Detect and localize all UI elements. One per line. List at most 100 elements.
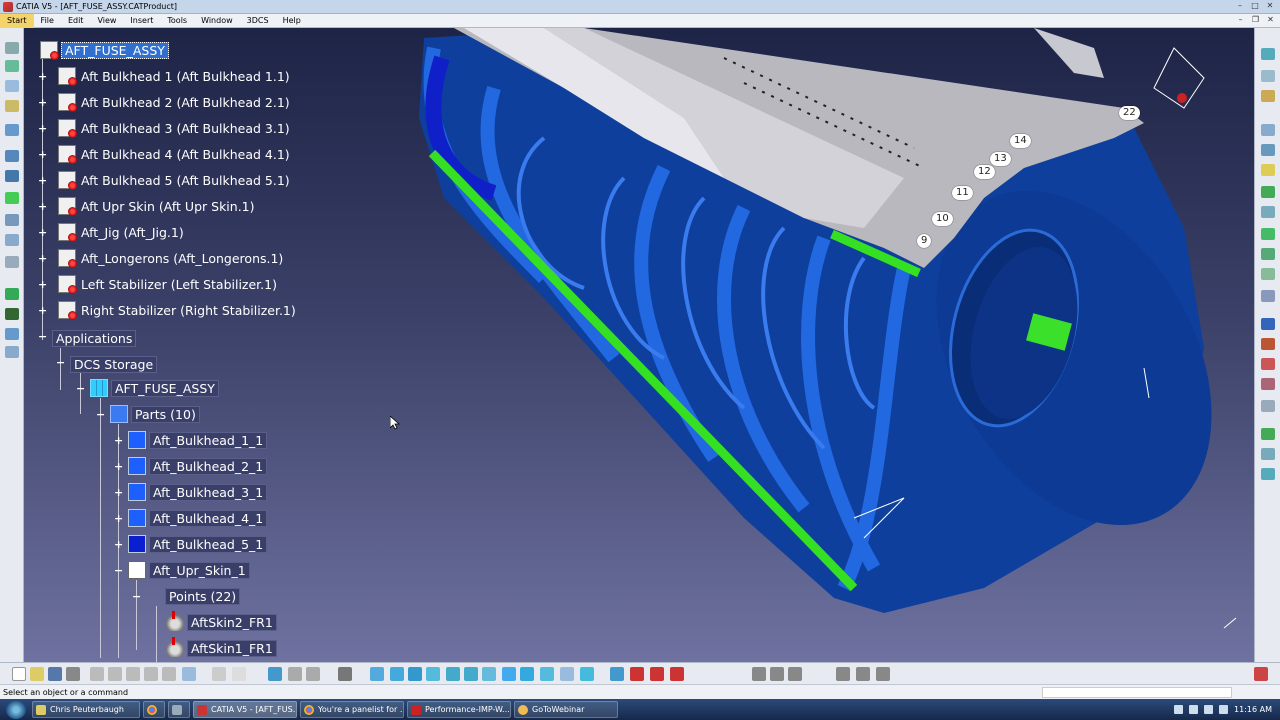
tree-node-label[interactable]: Left Stabilizer (Left Stabilizer.1): [79, 277, 279, 292]
tree-node-aft-bulkhead-1[interactable]: Aft Bulkhead 1 (Aft Bulkhead 1.1): [58, 66, 292, 86]
tree-node-label[interactable]: Aft Bulkhead 4 (Aft Bulkhead 4.1): [79, 147, 292, 162]
point-icon[interactable]: [1261, 228, 1275, 240]
expand-icon[interactable]: +: [38, 227, 47, 238]
camera-icon[interactable]: [338, 667, 352, 681]
start-button-icon[interactable]: [6, 700, 26, 719]
3d-viewport[interactable]: 22 14 13 12 11 10 9 AFT_FUSE_ASSY + Aft: [24, 28, 1254, 662]
tree-node-aft-longerons[interactable]: Aft_Longerons (Aft_Longerons.1): [58, 248, 285, 268]
help-icon[interactable]: [1261, 468, 1275, 480]
simulation-icon[interactable]: [1261, 318, 1275, 330]
select-tool-icon[interactable]: [5, 42, 19, 54]
taskbar-item-pdf[interactable]: Performance-IMP-W...: [407, 701, 511, 718]
tree-node-label[interactable]: Aft_Bulkhead_4_1: [149, 509, 268, 527]
options-icon[interactable]: [1261, 400, 1275, 412]
tree-node-label[interactable]: Aft_Bulkhead_5_1: [149, 535, 268, 553]
light-icon[interactable]: [1261, 90, 1275, 102]
assembly-icon[interactable]: [5, 100, 19, 112]
open-icon[interactable]: [30, 667, 44, 681]
tree-node-parts[interactable]: Parts (10): [110, 404, 200, 424]
tree-node-right-stabilizer[interactable]: Right Stabilizer (Right Stabilizer.1): [58, 300, 298, 320]
tree-node-label[interactable]: Aft_Bulkhead_1_1: [149, 431, 268, 449]
doc-close-button[interactable]: ✕: [1265, 14, 1276, 25]
menu-tools[interactable]: Tools: [160, 14, 194, 28]
tree-node-points[interactable]: Points (22): [144, 586, 241, 606]
tree-node-dcs-storage[interactable]: DCS Storage: [70, 354, 158, 374]
clock[interactable]: 11:16 AM: [1234, 705, 1272, 714]
menu-help[interactable]: Help: [276, 14, 308, 28]
collapse-icon[interactable]: −: [114, 565, 123, 576]
tree-root-node[interactable]: AFT_FUSE_ASSY: [40, 40, 169, 60]
iso-view-icon[interactable]: [520, 667, 534, 681]
collapse-icon[interactable]: −: [132, 591, 141, 602]
hide-show-icon[interactable]: [560, 667, 574, 681]
expand-icon[interactable]: +: [38, 305, 47, 316]
expand-icon[interactable]: +: [38, 253, 47, 264]
volume-icon[interactable]: [1204, 705, 1214, 714]
tree-node-dcs-assy[interactable]: AFT_FUSE_ASSY: [90, 378, 219, 398]
zoom-in-icon[interactable]: [446, 667, 460, 681]
menu-window[interactable]: Window: [194, 14, 240, 28]
doc-minimize-button[interactable]: –: [1235, 14, 1246, 25]
report-icon[interactable]: [1261, 268, 1275, 280]
part-icon[interactable]: [5, 170, 19, 182]
tree-node-label[interactable]: Aft Bulkhead 1 (Aft Bulkhead 1.1): [79, 69, 292, 84]
shading-icon[interactable]: [540, 667, 554, 681]
menu-view[interactable]: View: [90, 14, 123, 28]
layout-icon[interactable]: [752, 667, 766, 681]
constraint-icon[interactable]: [5, 60, 19, 72]
tree-node-left-stabilizer[interactable]: Left Stabilizer (Left Stabilizer.1): [58, 274, 279, 294]
tree-node-aft-bulkhead-2[interactable]: Aft Bulkhead 2 (Aft Bulkhead 2.1): [58, 92, 292, 112]
expand-icon[interactable]: +: [38, 97, 47, 108]
swap-space-icon[interactable]: [580, 667, 594, 681]
doc-restore-button[interactable]: ❐: [1250, 14, 1261, 25]
section-icon[interactable]: [5, 256, 19, 268]
tree-node-point[interactable]: AftSkin2_FR1: [166, 611, 277, 632]
taskbar-item-catia[interactable]: CATIA V5 - [AFT_FUS...: [193, 701, 297, 718]
normal-view-icon[interactable]: [482, 667, 496, 681]
multi-view-icon[interactable]: [502, 667, 516, 681]
expand-icon[interactable]: +: [114, 487, 123, 498]
new-icon[interactable]: [12, 667, 26, 681]
point-callout[interactable]: 11: [952, 186, 973, 200]
table-icon[interactable]: [268, 667, 282, 681]
filter-icon[interactable]: [856, 667, 870, 681]
fit-all-icon[interactable]: [390, 667, 404, 681]
tree-node-aft-upr-skin[interactable]: Aft Upr Skin (Aft Upr Skin.1): [58, 196, 257, 216]
expand-icon[interactable]: +: [114, 435, 123, 446]
taskbar-item-webinar-panel[interactable]: You're a panelist for ...: [300, 701, 404, 718]
menu-3dcs[interactable]: 3DCS: [240, 14, 276, 28]
collapse-icon[interactable]: −: [56, 357, 65, 368]
tree-node-label[interactable]: Aft Bulkhead 5 (Aft Bulkhead 5.1): [79, 173, 292, 188]
tree-node-label[interactable]: Aft Bulkhead 2 (Aft Bulkhead 2.1): [79, 95, 292, 110]
nominal-icon[interactable]: [1261, 338, 1275, 350]
tree-node-label[interactable]: Applications: [52, 329, 137, 347]
export-icon[interactable]: [1261, 448, 1275, 460]
tree-node-label[interactable]: AFT_FUSE_ASSY: [61, 41, 169, 59]
tree-node-part[interactable]: Aft_Bulkhead_2_1: [128, 456, 268, 476]
tree-node-label[interactable]: Aft_Longerons (Aft_Longerons.1): [79, 251, 285, 266]
graph-icon[interactable]: [1261, 290, 1275, 302]
tree-node-label[interactable]: Parts (10): [131, 405, 200, 423]
tree-node-part[interactable]: Aft_Bulkhead_5_1: [128, 534, 268, 554]
magnet-icon[interactable]: [630, 667, 644, 681]
power-icon[interactable]: [1219, 705, 1229, 714]
tree-node-part[interactable]: Aft_Upr_Skin_1: [128, 560, 250, 580]
tree-node-label[interactable]: AftSkin2_FR1: [187, 613, 277, 631]
tree-node-label[interactable]: Aft_Upr_Skin_1: [149, 561, 250, 579]
view-icon[interactable]: [1261, 48, 1275, 60]
tree-node-aft-jig[interactable]: Aft_Jig (Aft_Jig.1): [58, 222, 186, 242]
tree-node-aft-bulkhead-3[interactable]: Aft Bulkhead 3 (Aft Bulkhead 3.1): [58, 118, 292, 138]
tree-node-label[interactable]: Points (22): [165, 587, 241, 605]
expand-icon[interactable]: +: [38, 175, 47, 186]
lock-icon[interactable]: [788, 667, 802, 681]
catalog-icon[interactable]: [5, 288, 19, 300]
point-callout[interactable]: 14: [1010, 134, 1031, 148]
dcs-table-icon[interactable]: [610, 667, 624, 681]
knowledge-icon[interactable]: [306, 667, 320, 681]
expand-icon[interactable]: +: [114, 513, 123, 524]
menu-insert[interactable]: Insert: [123, 14, 160, 28]
options-icon[interactable]: [876, 667, 890, 681]
tree-node-applications[interactable]: Applications: [52, 328, 137, 348]
expand-icon[interactable]: +: [38, 123, 47, 134]
zoom-out-icon[interactable]: [464, 667, 478, 681]
